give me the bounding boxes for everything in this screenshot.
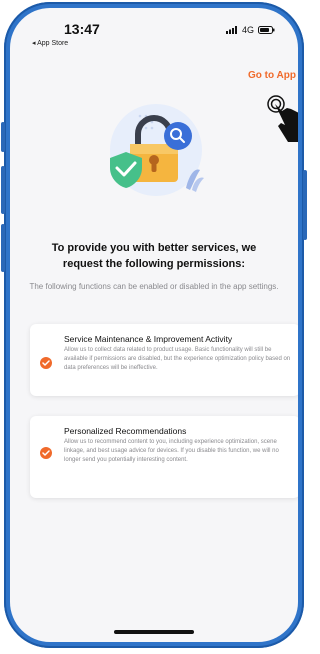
checkbox-checked-icon[interactable] [40,357,52,369]
go-to-app-button[interactable]: Go to App [248,70,296,81]
checkbox-checked-icon[interactable] [40,447,52,459]
screen: 13:47 ◂ App Store 4G Go to App To provid… [10,8,298,642]
volume-down-button [1,224,5,272]
network-type: 4G [242,25,255,35]
permission-card-personalized-recommendations[interactable]: Personalized Recommendations Allow us to… [30,416,298,498]
permission-title: Service Maintenance & Improvement Activi… [64,334,233,344]
mute-switch [1,122,5,152]
tap-hand-icon [267,95,298,142]
status-indicators: 4G [226,25,275,35]
permission-description: Allow us to recommend content to you, in… [64,439,279,463]
signal-icon [226,26,237,34]
power-button [303,170,307,240]
padlock-shield-illustration-icon [110,104,204,196]
battery-icon [258,26,275,34]
status-time: 13:47 [64,21,100,37]
volume-up-button [1,166,5,214]
page-title: To provide you with better services, we … [51,242,257,270]
permission-title: Personalized Recommendations [64,426,187,436]
back-to-app-store-link[interactable]: ◂ App Store [32,39,68,47]
permission-card-service-maintenance[interactable]: Service Maintenance & Improvement Activi… [30,324,298,396]
permission-description: Allow us to collect data related to prod… [64,347,291,371]
page-subtitle: The following functions can be enabled o… [29,282,279,291]
home-indicator[interactable] [114,630,194,634]
